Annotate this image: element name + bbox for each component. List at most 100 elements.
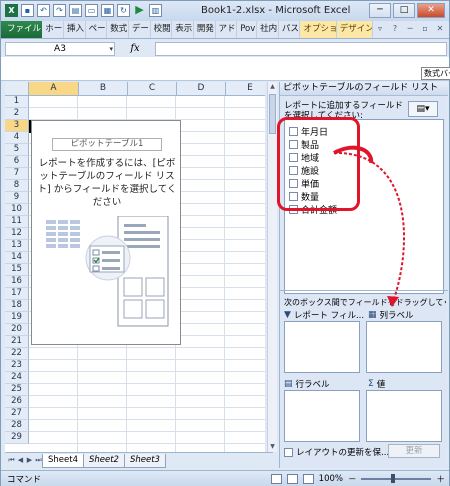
normal-view-icon[interactable] [270, 473, 282, 484]
maximize-button[interactable]: □ [393, 3, 415, 18]
row-header[interactable]: 12 [5, 228, 29, 240]
row-header[interactable]: 17 [5, 288, 29, 300]
tab-home[interactable]: ホー [42, 21, 64, 38]
tab-formulas[interactable]: 数式 [107, 21, 129, 38]
sheet-tab-sheet3[interactable]: Sheet3 [123, 453, 166, 468]
row-header[interactable]: 1 [5, 96, 29, 108]
row-header[interactable]: 28 [5, 420, 29, 432]
row-header[interactable]: 6 [5, 156, 29, 168]
values-area[interactable] [366, 390, 442, 442]
worksheet-grid[interactable]: A B C D E 1 2 3 4 5 6 7 8 9 10 11 12 13 … [5, 82, 265, 452]
table-icon[interactable]: ▥ [149, 4, 162, 17]
zoom-level[interactable]: 100% [319, 474, 343, 484]
row-header[interactable]: 4 [5, 132, 29, 144]
tab-view[interactable]: 表示 [172, 21, 194, 38]
tab-company[interactable]: 社内 [257, 21, 279, 38]
pane-splitter[interactable] [280, 290, 448, 295]
row-header[interactable]: 23 [5, 360, 29, 372]
row-header[interactable]: 14 [5, 252, 29, 264]
defer-update-option[interactable]: レイアウトの更新を保... [284, 446, 389, 458]
insert-function-button[interactable]: fx [115, 43, 155, 54]
zoom-slider[interactable] [361, 473, 432, 483]
row-header[interactable]: 26 [5, 396, 29, 408]
row-header[interactable]: 7 [5, 168, 29, 180]
page-layout-view-icon[interactable] [286, 473, 298, 484]
scroll-thumb[interactable] [269, 94, 276, 134]
tab-addins[interactable]: アド [216, 21, 238, 38]
formula-input[interactable] [155, 41, 447, 56]
run-icon[interactable]: ▶ [133, 4, 146, 17]
doc-minimize-icon[interactable]: ─ [403, 21, 417, 37]
prev-sheet-icon[interactable]: ◀ [16, 456, 25, 465]
doc-close-icon[interactable]: ✕ [433, 21, 447, 37]
next-sheet-icon[interactable]: ▶ [25, 456, 34, 465]
row-header[interactable]: 13 [5, 240, 29, 252]
layout-options-button[interactable]: ▤▾ [408, 101, 438, 117]
tab-insert[interactable]: 挿入 [64, 21, 86, 38]
tab-developer[interactable]: 開発 [194, 21, 216, 38]
zoom-in-button[interactable]: ＋ [436, 473, 445, 485]
defer-update-checkbox[interactable] [284, 447, 293, 457]
row-header[interactable]: 3 [5, 120, 29, 132]
redo-icon[interactable]: ↷ [53, 4, 66, 17]
doc-restore-icon[interactable]: ▫ [418, 21, 432, 37]
excel-logo-icon[interactable]: X [5, 4, 18, 17]
row-header[interactable]: 2 [5, 108, 29, 120]
close-button[interactable]: ✕ [417, 3, 445, 18]
row-header[interactable]: 24 [5, 372, 29, 384]
chevron-down-icon[interactable]: ▾ [109, 43, 113, 55]
column-header-b[interactable]: B [79, 82, 128, 96]
first-sheet-icon[interactable]: ⏮ [7, 456, 16, 465]
report-filter-area[interactable] [284, 321, 360, 373]
row-header[interactable]: 29 [5, 432, 29, 444]
undo-icon[interactable]: ↶ [37, 4, 50, 17]
tab-path[interactable]: パス [279, 21, 301, 38]
scroll-down-icon[interactable]: ▼ [268, 442, 277, 451]
tab-options[interactable]: オプショ [300, 21, 337, 38]
name-box[interactable]: A3 ▾ [5, 41, 115, 56]
column-header-c[interactable]: C [128, 82, 177, 96]
open-icon[interactable]: ▭ [85, 4, 98, 17]
refresh-icon[interactable]: ↻ [117, 4, 130, 17]
tab-file[interactable]: ファイル [1, 21, 43, 38]
print-preview-icon[interactable]: ▤ [69, 4, 82, 17]
vertical-scrollbar[interactable]: ▲ ▼ [267, 82, 277, 452]
row-header[interactable]: 21 [5, 336, 29, 348]
row-header[interactable]: 22 [5, 348, 29, 360]
row-header[interactable]: 20 [5, 324, 29, 336]
column-labels-area[interactable] [366, 321, 442, 373]
ribbon-collapse-icon[interactable]: ▿ [373, 21, 387, 37]
row-header[interactable]: 15 [5, 264, 29, 276]
row-header[interactable]: 5 [5, 144, 29, 156]
column-header-a[interactable]: A [29, 82, 79, 96]
tab-review[interactable]: 校閲 [151, 21, 173, 38]
scroll-up-icon[interactable]: ▲ [268, 82, 277, 91]
row-header[interactable]: 16 [5, 276, 29, 288]
sheet-tab-sheet2[interactable]: Sheet2 [82, 453, 125, 468]
row-header[interactable]: 18 [5, 300, 29, 312]
column-header-e[interactable]: E [226, 82, 265, 96]
help-icon[interactable]: ? [388, 21, 402, 37]
tab-page-layout[interactable]: ペー [86, 21, 108, 38]
row-header[interactable]: 11 [5, 216, 29, 228]
sheet-tab-sheet4[interactable]: Sheet4 [42, 453, 84, 468]
row-header[interactable]: 27 [5, 408, 29, 420]
select-all-corner[interactable] [5, 82, 29, 96]
row-header[interactable]: 19 [5, 312, 29, 324]
row-header[interactable]: 9 [5, 192, 29, 204]
update-button[interactable]: 更新 [388, 444, 440, 458]
row-header[interactable]: 10 [5, 204, 29, 216]
row-header[interactable]: 8 [5, 180, 29, 192]
minimize-button[interactable]: ─ [369, 3, 391, 18]
tab-design[interactable]: デザイン [336, 21, 374, 38]
page-break-view-icon[interactable] [302, 473, 314, 484]
row-header[interactable]: 25 [5, 384, 29, 396]
column-header-d[interactable]: D [177, 82, 226, 96]
tab-data[interactable]: デー [129, 21, 151, 38]
format-icon[interactable]: ▦ [101, 4, 114, 17]
zoom-out-button[interactable]: － [348, 473, 357, 485]
row-labels-area[interactable] [284, 390, 360, 442]
tab-pov[interactable]: Pov [237, 21, 258, 38]
pivot-table-placeholder[interactable]: ピボットテーブル1 レポートを作成するには、[ピボットテーブルのフィールド リス… [31, 120, 181, 345]
save-icon[interactable]: ▪ [21, 4, 34, 17]
